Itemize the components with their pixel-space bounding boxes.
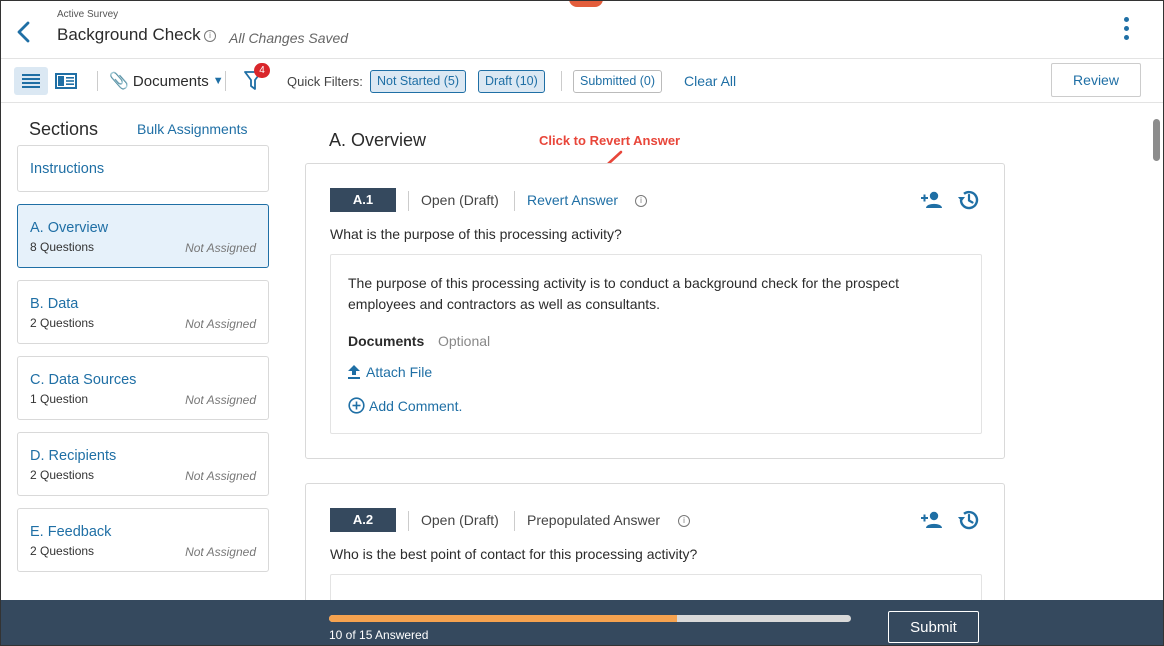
info-icon[interactable]: i [204,30,216,42]
sections-heading: Sections [29,119,99,139]
clear-all-link[interactable]: Clear All [684,73,736,89]
toolbar: 📎 Documents ▼ 4 Quick Filters: Not Start… [1,59,1163,103]
sidebar-item-label: A. Overview [30,220,109,236]
survey-type-label: Active Survey [57,9,119,20]
question-text: Who is the best point of contact for thi… [330,546,698,562]
assignment-status: Not Assigned [185,317,256,331]
prepopulated-answer-label: Prepopulated Answer [527,512,661,528]
question-number-tag: A.1 [330,188,396,212]
list-view-icon [22,74,40,88]
filter-chip-submitted[interactable]: Submitted (0) [573,70,663,93]
question-number-tag: A.2 [330,508,396,532]
question-status: Open (Draft) [421,512,499,528]
assignment-status: Not Assigned [185,393,256,407]
footer-bar: 10 of 15 Answered Submit [1,600,1163,645]
page-title: Background Check [57,25,201,44]
sidebar-item-data-sources[interactable]: C. Data Sources 1 Question Not Assigned [17,356,269,420]
detail-view-icon [55,73,77,89]
quick-filters-label: Quick Filters: [287,74,363,89]
question-status: Open (Draft) [421,192,499,208]
top-tab-handle[interactable] [569,1,603,7]
sidebar-item-label: B. Data [30,296,79,312]
toolbar-divider [561,71,562,91]
filter-count-badge: 4 [254,63,270,78]
sidebar-item-recipients[interactable]: D. Recipients 2 Questions Not Assigned [17,432,269,496]
upload-icon [348,365,360,379]
assignment-status: Not Assigned [185,469,256,483]
add-comment-button[interactable]: Add Comment. [348,397,462,414]
paperclip-icon: 📎 [109,73,129,90]
assignment-status: Not Assigned [185,241,256,255]
detail-view-button[interactable] [49,67,83,95]
sidebar-item-label: Instructions [30,161,105,177]
bulk-assignments-link[interactable]: Bulk Assignments [137,121,248,137]
question-card: A.1 Open (Draft) Revert Answer i What is… [305,163,1005,459]
history-icon[interactable] [956,508,980,532]
answer-box[interactable]: The purpose of this processing activity … [330,254,982,434]
filter-chip-not-started[interactable]: Not Started (5) [370,70,466,93]
sidebar-item-label: D. Recipients [30,448,117,464]
question-count: 2 Questions [30,468,95,482]
review-button[interactable]: Review [1051,63,1141,97]
info-icon[interactable]: i [678,515,690,527]
annotation-callout: Click to Revert Answer [539,133,681,148]
answer-text[interactable]: The purpose of this processing activity … [348,273,958,315]
documents-label: Documents [348,333,425,349]
documents-label: Documents [132,72,209,90]
plus-circle-icon [348,397,365,414]
sidebar-item-data[interactable]: B. Data 2 Questions Not Assigned [17,280,269,344]
add-comment-label: Add Comment. [369,397,463,414]
scrollbar-thumb[interactable] [1153,119,1160,161]
sidebar-item-label: C. Data Sources [30,372,137,388]
chevron-down-icon: ▼ [212,75,224,87]
assign-user-icon[interactable] [920,188,944,212]
assign-user-icon[interactable] [920,508,944,532]
progress-bar [329,615,851,622]
question-count: 2 Questions [30,544,95,558]
attach-file-button[interactable]: Attach File [348,364,432,380]
back-arrow-icon[interactable] [13,19,35,45]
tag-divider [408,191,409,211]
list-view-button[interactable] [14,67,48,95]
status-divider [514,191,515,211]
documents-dropdown[interactable]: 📎 Documents ▼ [109,71,224,91]
tag-divider [408,511,409,531]
toolbar-divider [225,71,226,91]
more-options-icon[interactable] [1119,17,1133,45]
sidebar-item-overview[interactable]: A. Overview 8 Questions Not Assigned [17,204,269,268]
toolbar-divider [97,71,98,91]
question-count: 8 Questions [30,240,95,254]
assignment-status: Not Assigned [185,545,256,559]
info-icon[interactable]: i [635,195,647,207]
status-divider [514,511,515,531]
question-count: 1 Question [30,392,89,406]
sidebar-item-instructions[interactable]: Instructions [17,145,269,192]
question-text: What is the purpose of this processing a… [330,226,622,242]
sidebar-item-label: E. Feedback [30,524,112,540]
history-icon[interactable] [956,188,980,212]
save-status: All Changes Saved [229,30,349,46]
section-title: A. Overview [329,130,427,150]
question-count: 2 Questions [30,316,95,330]
attach-file-label: Attach File [366,364,433,380]
revert-answer-link[interactable]: Revert Answer [527,192,618,208]
progress-label: 10 of 15 Answered [329,628,429,642]
sidebar-item-feedback[interactable]: E. Feedback 2 Questions Not Assigned [17,508,269,572]
filter-chip-draft[interactable]: Draft (10) [478,70,545,93]
optional-label: Optional [438,333,491,349]
progress-bar-fill [329,615,677,622]
submit-button[interactable]: Submit [888,611,979,643]
header: Active Survey Background Check i All Cha… [1,1,1163,59]
app-window: Active Survey Background Check i All Cha… [0,0,1164,646]
